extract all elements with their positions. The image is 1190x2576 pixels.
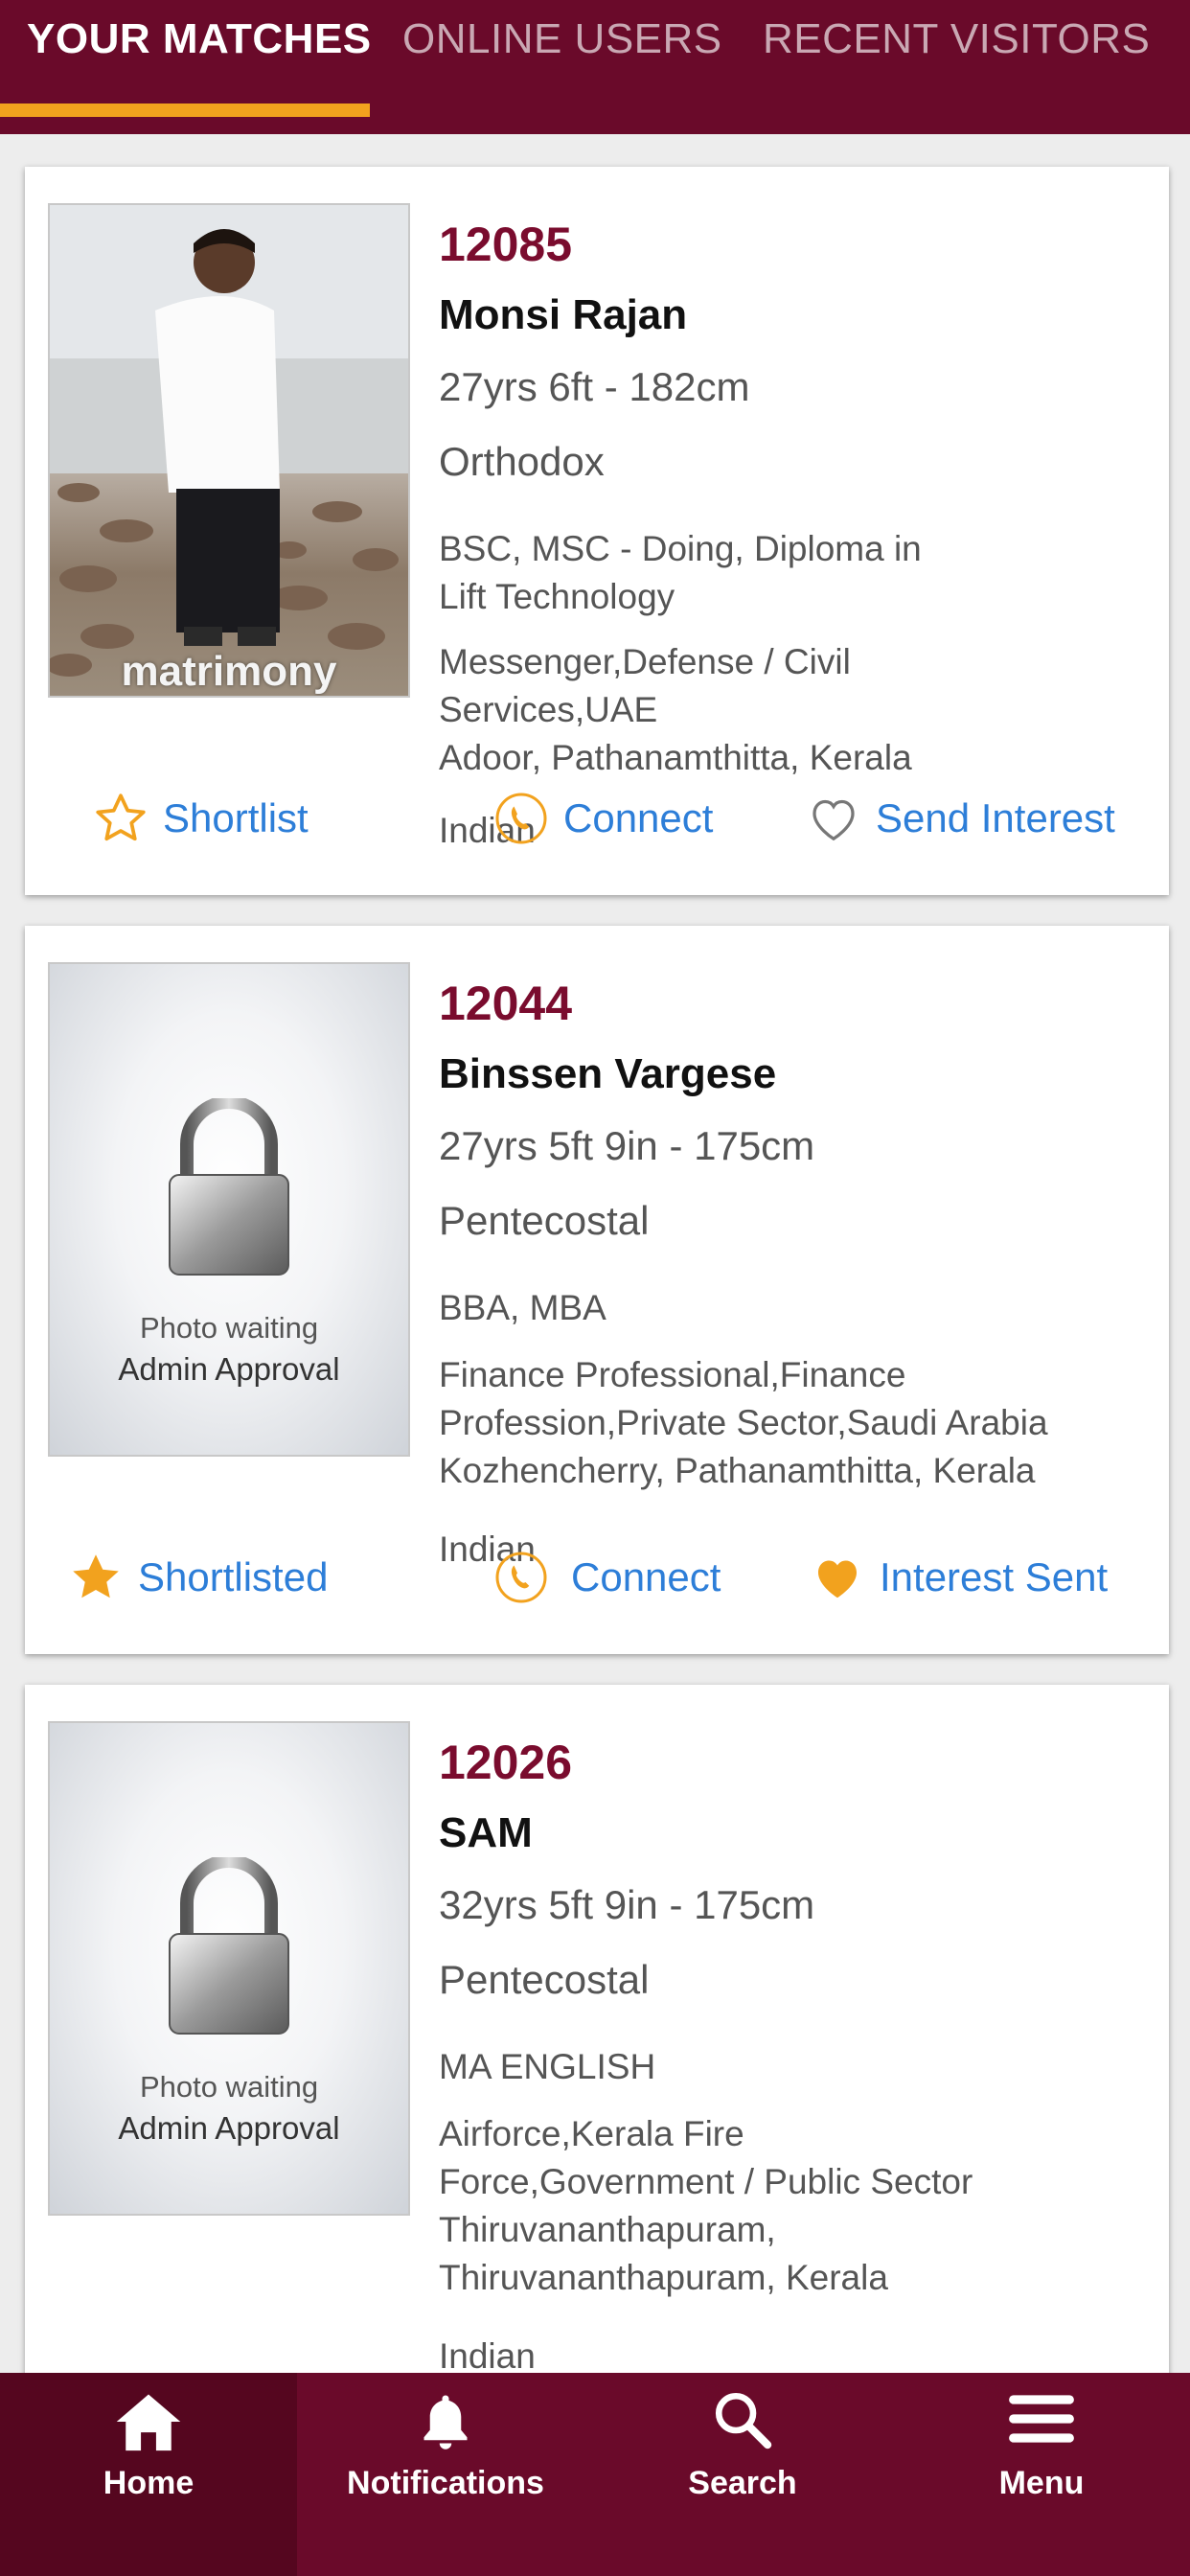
- heart-outline-icon: [812, 799, 855, 841]
- profile-id: 12085: [439, 218, 573, 271]
- menu-icon: [1009, 2395, 1074, 2443]
- location: Kozhencherry, Pathanamthitta, Kerala: [439, 1451, 1036, 1490]
- admin-approval-text: Admin Approval: [118, 1351, 340, 1387]
- nav-notifications[interactable]: Notifications: [297, 2373, 594, 2576]
- interest-sent-label: Interest Sent: [880, 1554, 1109, 1599]
- profile-card[interactable]: Photo waiting Admin Approval 12026 SAM 3…: [25, 1685, 1169, 2373]
- age-height: 32yrs 5ft 9in - 175cm: [439, 1882, 815, 1927]
- phone-icon: [495, 793, 547, 844]
- interest-sent-button[interactable]: Interest Sent: [809, 1539, 1108, 1616]
- occupation-line: Airforce,Kerala Fire: [439, 2114, 744, 2153]
- search-icon: [715, 2392, 772, 2450]
- denomination: Pentecostal: [439, 1957, 650, 2002]
- shortlisted-button[interactable]: Shortlisted: [67, 1539, 328, 1616]
- occupation-line: Messenger,Defense / Civil: [439, 642, 851, 681]
- phone-icon: [495, 1552, 547, 1603]
- nav-menu-label: Menu: [998, 2465, 1085, 2501]
- profile-photo[interactable]: matrimony: [48, 203, 410, 698]
- occupation-line-2: Services,UAE: [439, 690, 658, 729]
- education-line-2: Lift Technology: [439, 577, 675, 616]
- admin-approval-text: Admin Approval: [118, 2110, 340, 2146]
- profile-id: 12026: [439, 1736, 573, 1789]
- padlock-icon: [169, 1098, 289, 1276]
- star-filled-icon: [73, 1554, 119, 1598]
- nav-search[interactable]: Search: [594, 2373, 891, 2576]
- nav-home-label: Home: [103, 2465, 195, 2501]
- bottom-navigation: Home Notifications Search Menu: [0, 2373, 1190, 2576]
- padlock-icon: [169, 1857, 289, 2035]
- person-photo-illustration: [50, 205, 408, 677]
- match-list[interactable]: matrimony 12085 Monsi Rajan 27yrs 6ft - …: [0, 134, 1190, 2373]
- card-actions: Shortlist Connect Send Interest: [25, 780, 1169, 857]
- nav-search-label: Search: [688, 2465, 797, 2501]
- connect-button[interactable]: Connect: [492, 780, 713, 857]
- shortlisted-label: Shortlisted: [138, 1554, 329, 1599]
- location-line-2: Thiruvananthapuram, Kerala: [439, 2258, 888, 2297]
- age-height: 27yrs 6ft - 182cm: [439, 364, 750, 409]
- profile-name[interactable]: Monsi Rajan: [439, 291, 687, 339]
- occupation-line: Finance Professional,Finance: [439, 1355, 906, 1394]
- send-interest-button[interactable]: Send Interest: [805, 780, 1115, 857]
- age-height: 27yrs 5ft 9in - 175cm: [439, 1123, 815, 1168]
- denomination: Orthodox: [439, 439, 605, 484]
- location: Adoor, Pathanamthitta, Kerala: [439, 738, 912, 777]
- connect-button[interactable]: Connect: [492, 1539, 721, 1616]
- nav-menu[interactable]: Menu: [893, 2373, 1190, 2576]
- top-tab-bar: YOUR MATCHES ONLINE USERS RECENT VISITOR…: [0, 0, 1190, 134]
- heart-filled-icon: [818, 1560, 857, 1598]
- tab-online-users[interactable]: ONLINE USERS: [402, 15, 722, 63]
- nationality: Indian: [439, 2336, 536, 2373]
- send-interest-label: Send Interest: [876, 795, 1115, 840]
- bell-icon: [423, 2395, 468, 2450]
- shortlist-label: Shortlist: [163, 795, 309, 840]
- photo-waiting-text: Photo waiting: [139, 1311, 319, 1345]
- connect-label: Connect: [571, 1554, 721, 1599]
- profile-name[interactable]: SAM: [439, 1809, 533, 1857]
- tab-recent-visitors[interactable]: RECENT VISITORS: [763, 15, 1150, 63]
- profile-card[interactable]: Photo waiting Admin Approval 12044 Binss…: [25, 926, 1169, 1654]
- home-icon: [116, 2394, 181, 2451]
- education-line: MA ENGLISH: [439, 2047, 656, 2086]
- locked-photo[interactable]: Photo waiting Admin Approval: [48, 1721, 410, 2216]
- denomination: Pentecostal: [439, 1198, 650, 1243]
- star-outline-icon: [96, 794, 146, 841]
- card-actions: Shortlisted Connect Interest Sent: [25, 1539, 1169, 1616]
- occupation-line-2: Profession,Private Sector,Saudi Arabia: [439, 1403, 1048, 1442]
- nav-notifications-label: Notifications: [347, 2465, 544, 2501]
- connect-label: Connect: [563, 795, 714, 840]
- location: Thiruvananthapuram,: [439, 2210, 776, 2249]
- profile-name[interactable]: Binssen Vargese: [439, 1050, 776, 1098]
- nav-home[interactable]: Home: [0, 2373, 297, 2576]
- profile-card[interactable]: matrimony 12085 Monsi Rajan 27yrs 6ft - …: [25, 167, 1169, 895]
- photo-watermark: matrimony: [121, 648, 337, 695]
- education-line: BSC, MSC - Doing, Diploma in: [439, 529, 922, 568]
- profile-id: 12044: [439, 977, 573, 1030]
- shortlist-button[interactable]: Shortlist: [92, 780, 309, 857]
- education-line: BBA, MBA: [439, 1288, 606, 1327]
- active-tab-indicator: [0, 104, 370, 117]
- locked-photo[interactable]: Photo waiting Admin Approval: [48, 962, 410, 1457]
- occupation-line-2: Force,Government / Public Sector: [439, 2162, 973, 2201]
- tab-your-matches[interactable]: YOUR MATCHES: [27, 15, 372, 63]
- photo-waiting-text: Photo waiting: [139, 2070, 319, 2104]
